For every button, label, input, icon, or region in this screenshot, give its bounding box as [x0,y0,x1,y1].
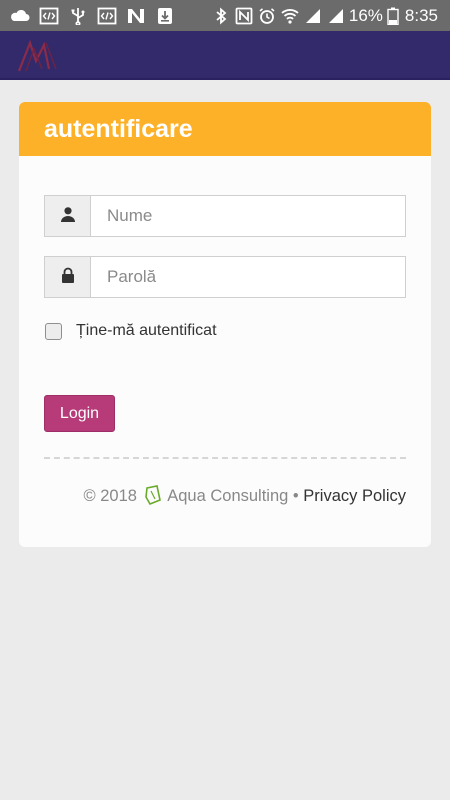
n-logo-icon [126,7,146,25]
privacy-policy-link[interactable]: Privacy Policy [303,487,406,505]
username-field [44,195,406,237]
status-bar-left [10,6,184,26]
username-input[interactable] [92,196,405,236]
app-logo-icon[interactable] [16,39,62,73]
status-bar: 16% 8:35 [0,0,450,31]
password-field [44,256,406,298]
app-bar [0,31,450,80]
password-input[interactable] [92,257,405,297]
status-bar-right: 16% 8:35 [211,6,438,26]
page-title: autentificare [44,114,193,143]
remember-me-checkbox[interactable] [45,322,62,340]
signal-icon [326,7,344,25]
usb-icon [68,7,88,25]
code-icon [97,7,117,25]
leaf-icon [144,485,162,506]
login-button[interactable]: Login [44,395,115,432]
footer-separator: • [292,487,299,505]
remember-me-label[interactable]: Ține-mă autentificat [76,322,217,340]
clock: 8:35 [404,6,438,25]
wifi-icon [280,7,299,25]
login-card-header: autentificare [19,102,431,156]
lock-icon [60,267,76,288]
code-icon [39,7,59,25]
footer: © 2018 Aqua Consulting • Privacy Policy [44,485,406,506]
download-icon [155,7,175,25]
alarm-icon [257,7,275,25]
battery-icon [387,7,399,25]
divider [44,457,406,459]
username-addon [45,196,91,236]
bluetooth-icon [211,7,229,25]
copyright-text: © 2018 [83,487,137,505]
battery-percent: 16% [348,6,383,25]
password-addon [45,257,91,297]
login-card: autentificare Ține-mă autentificat Login… [19,102,431,547]
remember-me[interactable]: Ține-mă autentificat [45,322,217,340]
nfc-icon [234,7,253,25]
signal-icon [303,7,321,25]
cloud-icon [10,7,30,25]
user-icon [60,206,76,227]
company-name: Aqua Consulting [167,487,289,505]
